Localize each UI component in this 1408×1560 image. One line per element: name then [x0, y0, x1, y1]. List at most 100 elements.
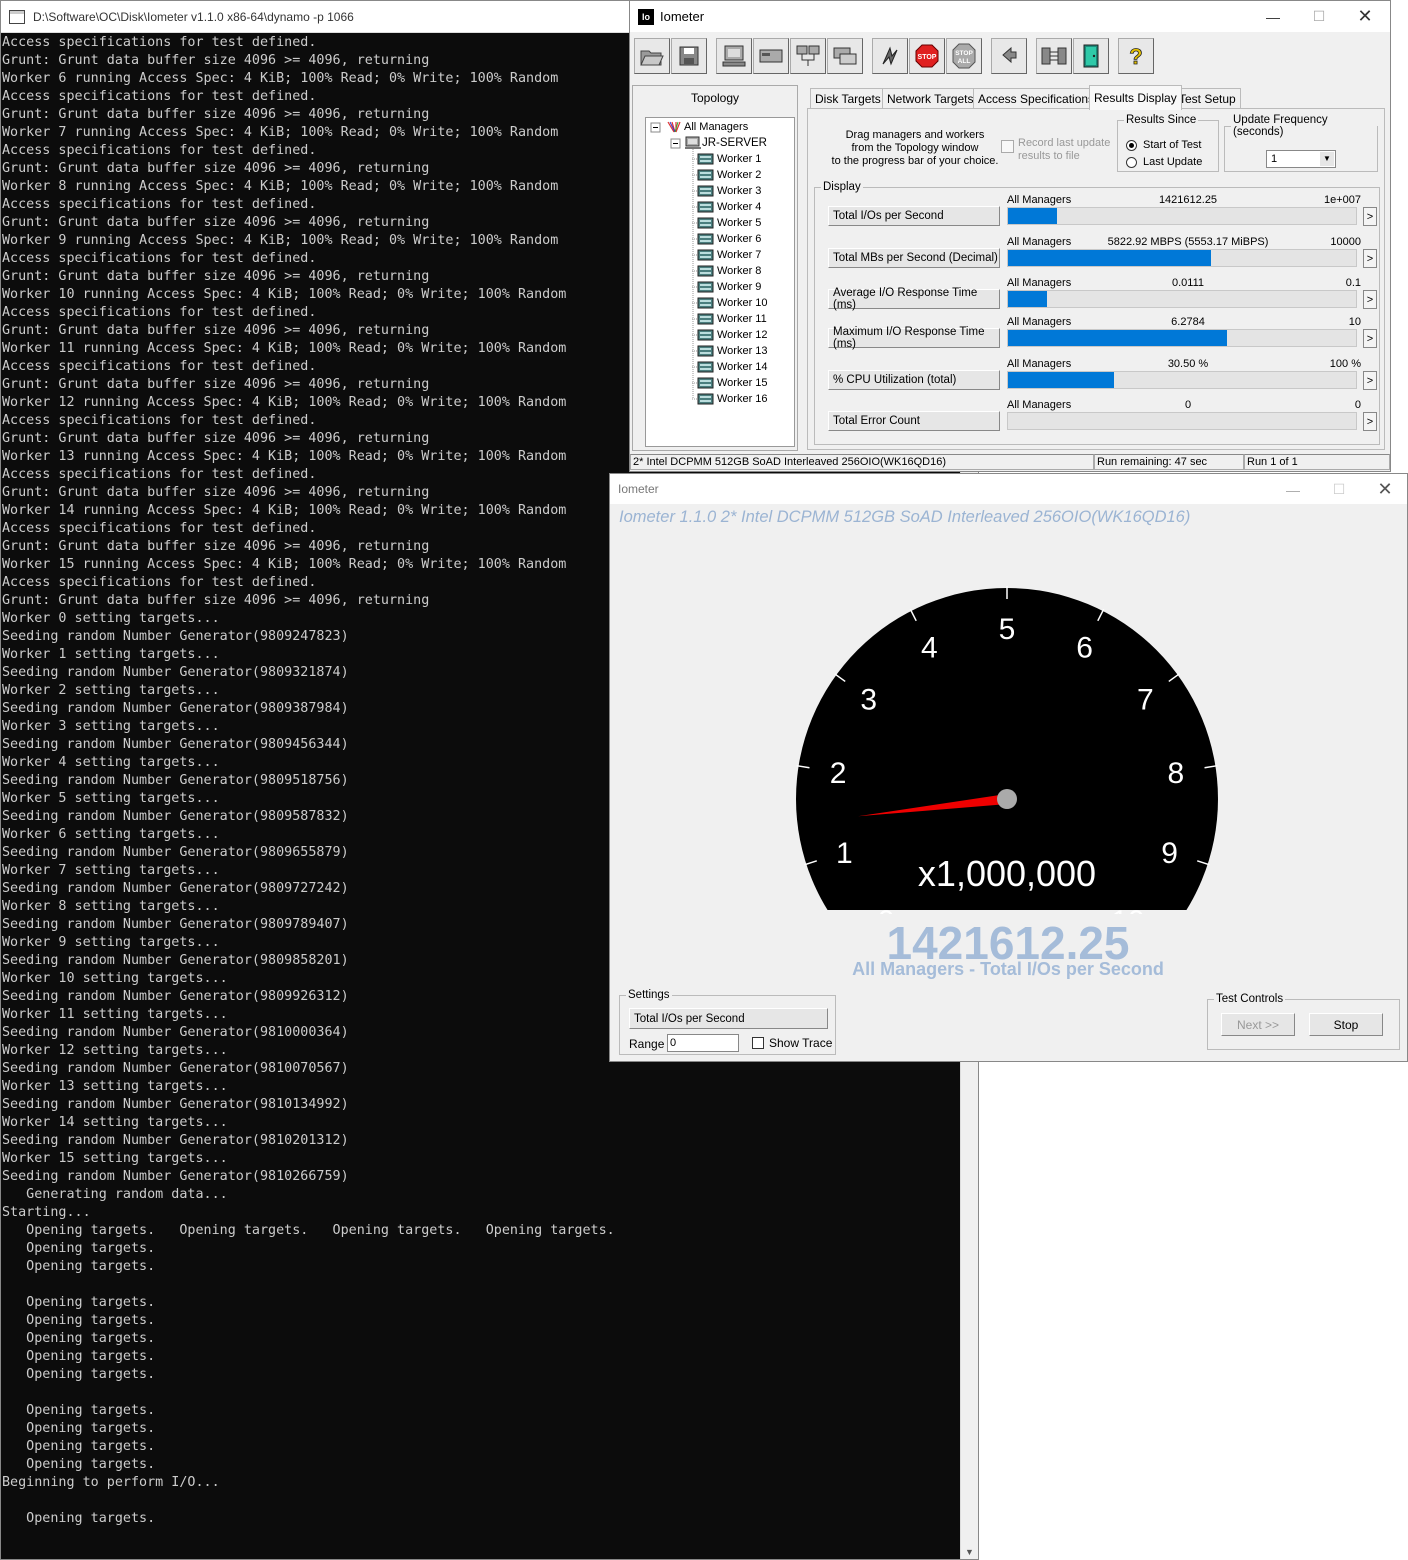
- tab-disk-targets[interactable]: Disk Targets: [810, 88, 886, 109]
- tree-item-worker[interactable]: Worker 4: [692, 200, 761, 214]
- metric-max: 1e+007: [1323, 194, 1361, 206]
- stop-all-icon[interactable]: STOP ALL: [946, 38, 982, 74]
- dial-label: 9: [1161, 837, 1178, 870]
- worker-icon: [692, 249, 714, 261]
- exit-icon[interactable]: [1073, 38, 1109, 74]
- dial-label: 5: [999, 613, 1016, 646]
- tree-item-worker[interactable]: Worker 9: [692, 280, 761, 294]
- worker-label: Worker 9: [717, 281, 762, 293]
- metric-progress-fill: [1008, 372, 1115, 388]
- tree-item-worker[interactable]: Worker 10: [692, 296, 768, 310]
- minimize-button[interactable]: —: [1250, 1, 1296, 32]
- metric-expand-button[interactable]: >: [1363, 371, 1377, 390]
- metric-max: 10000: [1330, 236, 1361, 248]
- topology-tree[interactable]: All Managers JR-SERVER Worker 1 Worker 2 W…: [645, 117, 795, 447]
- scroll-down-icon[interactable]: ▼: [965, 1547, 974, 1557]
- show-trace-checkbox[interactable]: [752, 1037, 764, 1049]
- metric-select-button[interactable]: Total I/Os per Second: [629, 1008, 828, 1029]
- worker-icon: [692, 377, 714, 389]
- radio-last-update[interactable]: Last Update: [1126, 156, 1202, 168]
- radio-selected-icon: [1126, 139, 1137, 151]
- range-input[interactable]: [667, 1034, 739, 1052]
- server-icon: [685, 136, 701, 149]
- next-button[interactable]: Next >>: [1221, 1013, 1295, 1036]
- metric-select-button[interactable]: Total MBs per Second (Decimal): [828, 248, 1000, 268]
- metric-expand-button[interactable]: >: [1363, 290, 1377, 309]
- tree-item-worker[interactable]: Worker 16: [692, 392, 768, 406]
- metric-progress-bar: [1007, 207, 1357, 225]
- start-tests-icon[interactable]: [872, 38, 908, 74]
- gauge-titlebar[interactable]: Iometer — ☐ ✕: [610, 474, 1407, 504]
- tree-item-worker[interactable]: Worker 8: [692, 264, 761, 278]
- tree-item-worker[interactable]: Worker 11: [692, 312, 767, 326]
- metric-expand-button[interactable]: >: [1363, 412, 1377, 431]
- svg-text:?: ?: [1129, 44, 1142, 68]
- duplicate-worker-icon[interactable]: [827, 38, 863, 74]
- tree-item-worker[interactable]: Worker 3: [692, 184, 761, 198]
- worker-label: Worker 4: [717, 201, 762, 213]
- metric-select-button[interactable]: % CPU Utilization (total): [828, 370, 1000, 390]
- tab-access-specifications[interactable]: Access Specifications: [973, 88, 1100, 109]
- metric-select-button[interactable]: Average I/O Response Time (ms): [828, 287, 1000, 311]
- start-of-test-label: Start of Test: [1143, 139, 1202, 151]
- tab-test-setup[interactable]: Test Setup: [1174, 88, 1241, 109]
- drag-hint: Drag managers and workers from the Topol…: [831, 129, 999, 167]
- update-frequency-label: Update Frequency (seconds): [1233, 114, 1328, 138]
- update-frequency-select[interactable]: 1 ▼: [1266, 150, 1336, 168]
- metric-select-button[interactable]: Total Error Count: [828, 411, 1000, 431]
- metric-progress-fill: [1008, 291, 1047, 307]
- dial-label: 4: [921, 632, 938, 665]
- console-icon: [9, 9, 25, 24]
- iometer-titlebar[interactable]: Io Iometer — ☐ ✕: [630, 1, 1390, 32]
- dial-label: 6: [1076, 632, 1093, 665]
- manager-label: JR-SERVER: [702, 137, 767, 149]
- tree-item-worker[interactable]: Worker 1: [692, 152, 761, 166]
- close-button[interactable]: ✕: [1342, 1, 1388, 32]
- worker-icon: [692, 217, 714, 229]
- reset-workers-icon[interactable]: [991, 38, 1027, 74]
- iometer-logo-icon: Io: [638, 8, 654, 25]
- metric-expand-button[interactable]: >: [1363, 329, 1377, 348]
- tree-item-worker[interactable]: Worker 15: [692, 376, 768, 390]
- settings-label: Settings: [628, 989, 670, 1001]
- worker-icon: [692, 265, 714, 277]
- tab-results-display[interactable]: Results Display: [1089, 85, 1182, 110]
- tree-item-worker[interactable]: Worker 13: [692, 344, 768, 358]
- tree-item-worker[interactable]: Worker 14: [692, 360, 768, 374]
- metric-progress-bar: [1007, 249, 1357, 267]
- worker-label: Worker 8: [717, 265, 762, 277]
- metric-progress-bar: [1007, 412, 1357, 430]
- save-icon[interactable]: [671, 38, 707, 74]
- open-icon[interactable]: [634, 38, 670, 74]
- tree-item-worker[interactable]: Worker 7: [692, 248, 761, 262]
- metric-select-button[interactable]: Total I/Os per Second: [828, 206, 1000, 226]
- tab-network-targets[interactable]: Network Targets: [882, 88, 979, 109]
- tree-item-worker[interactable]: Worker 2: [692, 168, 761, 182]
- gauge-dial: 0 1 2 3 4 5 6 7 8 9 10 x1,000,000: [796, 586, 1218, 914]
- metric-select-button[interactable]: Maximum I/O Response Time (ms): [828, 326, 1000, 350]
- stop-icon[interactable]: STOP: [909, 38, 945, 74]
- tree-item-manager[interactable]: JR-SERVER: [684, 136, 767, 150]
- gauge-maximize-button[interactable]: ☐: [1316, 474, 1362, 505]
- network-worker-icon[interactable]: [790, 38, 826, 74]
- chevron-down-icon[interactable]: ▼: [1320, 152, 1334, 166]
- stop-button[interactable]: Stop: [1309, 1013, 1383, 1036]
- record-checkbox[interactable]: [1001, 140, 1014, 153]
- maximize-button[interactable]: ☐: [1296, 1, 1342, 32]
- metric-expand-button[interactable]: >: [1363, 207, 1377, 226]
- tree-item-worker[interactable]: Worker 6: [692, 232, 761, 246]
- tree-item-all-managers[interactable]: All Managers: [666, 120, 748, 134]
- tree-item-worker[interactable]: Worker 12: [692, 328, 768, 342]
- help-icon[interactable]: ?: [1118, 38, 1154, 74]
- gauge-minimize-button[interactable]: —: [1270, 474, 1316, 505]
- tree-item-worker[interactable]: Worker 5: [692, 216, 761, 230]
- radio-start-of-test[interactable]: Start of Test: [1126, 139, 1202, 151]
- metric-expand-button[interactable]: >: [1363, 249, 1377, 268]
- dial-label: 8: [1168, 757, 1185, 790]
- gauge-close-button[interactable]: ✕: [1362, 474, 1408, 505]
- workers-config-icon[interactable]: [1036, 38, 1072, 74]
- new-worker-icon[interactable]: [753, 38, 789, 74]
- new-manager-icon[interactable]: [716, 38, 752, 74]
- tab-container: Disk Targets Network Targets Access Spec…: [807, 85, 1387, 451]
- metric-manager-label: All Managers: [1007, 399, 1072, 411]
